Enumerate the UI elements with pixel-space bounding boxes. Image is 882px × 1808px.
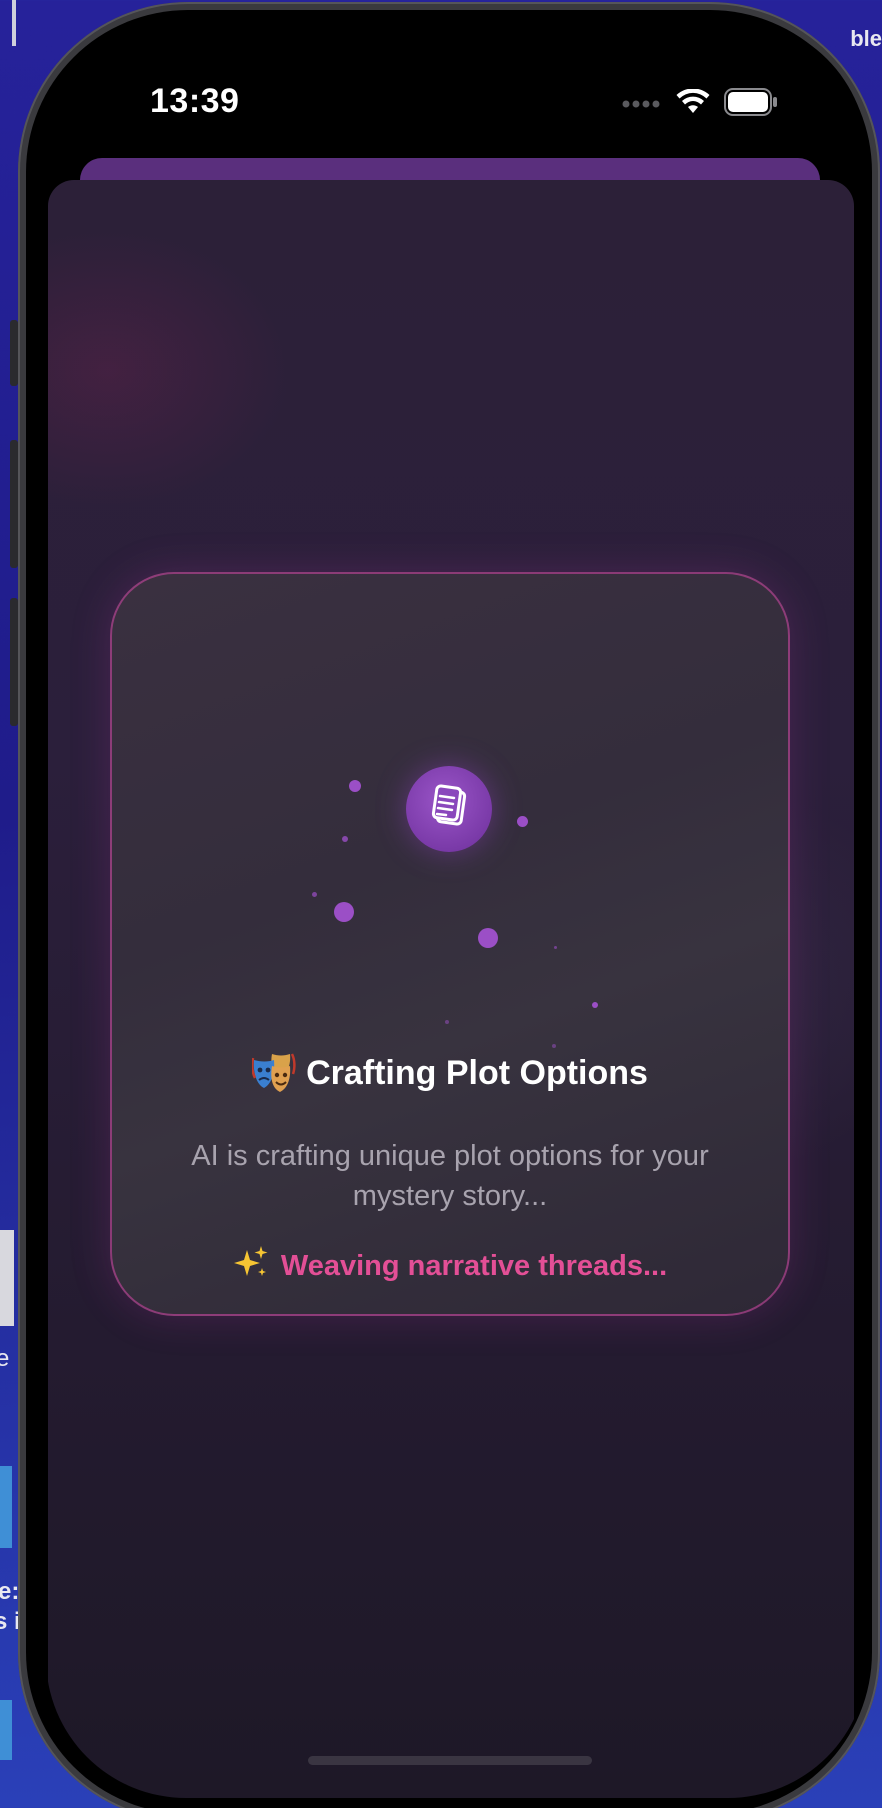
card-subtitle: AI is crafting unique plot options for y…	[191, 1140, 709, 1212]
wifi-icon	[676, 88, 710, 120]
modal-sheet: Crafting Plot Options AI is crafting uni…	[48, 180, 854, 1798]
loading-animation	[112, 574, 788, 1048]
desktop-text-fragment: e:	[0, 1578, 20, 1605]
card-status-row: Weaving narrative threads...	[112, 1244, 788, 1288]
particle-dot	[552, 1044, 556, 1048]
particle-dot	[349, 780, 361, 792]
volume-up-button	[10, 440, 18, 568]
particle-dot	[478, 928, 498, 948]
desktop-window-edge	[0, 1466, 12, 1548]
action-button	[10, 320, 18, 386]
particle-dot	[312, 892, 317, 897]
document-badge	[406, 766, 492, 852]
status-icons	[622, 88, 778, 121]
particle-dot	[554, 946, 557, 949]
loading-card: Crafting Plot Options AI is crafting uni…	[110, 572, 790, 1316]
performing-arts-icon	[251, 1052, 296, 1094]
battery-icon	[724, 88, 778, 121]
volume-down-button	[10, 598, 18, 726]
home-indicator[interactable]	[308, 1756, 592, 1765]
card-title-row: Crafting Plot Options	[112, 1052, 788, 1094]
status-time: 13:39	[150, 82, 240, 120]
particle-dot	[517, 816, 528, 827]
status-bar: 13:39	[46, 18, 868, 148]
card-status-text: Weaving narrative threads...	[280, 1249, 668, 1282]
particle-dot	[342, 836, 348, 842]
cellular-dots-icon	[622, 96, 662, 114]
document-icon	[427, 783, 471, 836]
desktop-window-edge	[0, 1700, 12, 1760]
particle-dot	[445, 1020, 449, 1024]
particle-dot	[592, 1002, 598, 1008]
phone-screen: 13:39 Crafting Plot Options AI is crafti…	[46, 18, 868, 1798]
desktop-window-edge	[12, 0, 16, 46]
card-title: Crafting Plot Options	[306, 1053, 648, 1092]
sparkles-icon	[233, 1244, 269, 1288]
desktop-text-fragment: e	[0, 1345, 10, 1372]
particle-dot	[334, 902, 354, 922]
desktop-window-edge	[0, 1230, 14, 1326]
